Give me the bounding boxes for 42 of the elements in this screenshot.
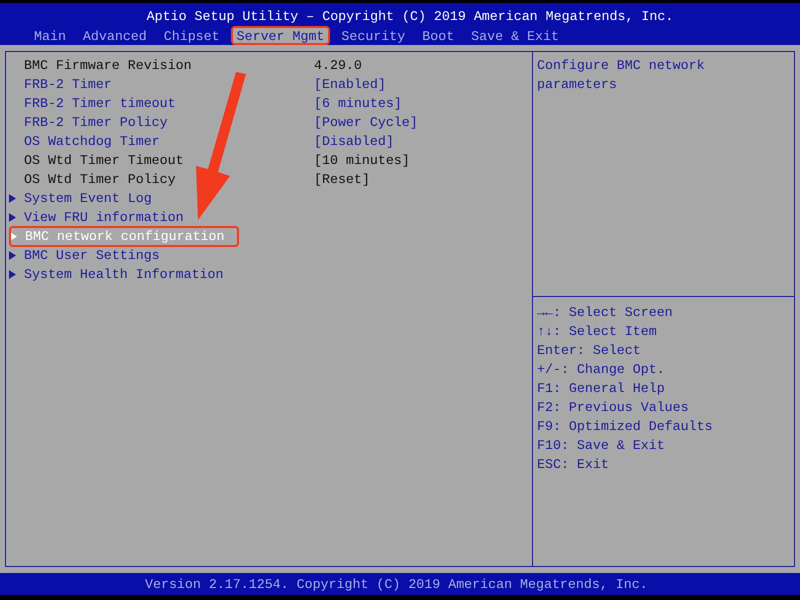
window-title: Aptio Setup Utility – Copyright (C) 2019 American Megatrends, Inc.	[146, 8, 674, 26]
setting-label[interactable]: FRB-2 Timer timeout	[6, 94, 296, 113]
key-hint: +/-: Change Opt.	[537, 361, 666, 379]
key-hint: F10: Save & Exit	[537, 437, 666, 455]
setting-value: [Power Cycle]	[314, 115, 418, 130]
setting-label: OS Wtd Timer Timeout	[23, 152, 185, 170]
key-hint: Enter: Select	[537, 342, 642, 360]
key-hint: ESC: Exit	[537, 456, 610, 474]
footer-text: Version 2.17.1254. Copyright (C) 2019 American Megatrends, Inc.	[145, 576, 648, 592]
triangle-icon	[9, 251, 16, 260]
triangle-icon	[9, 213, 16, 222]
setting-value: [10 minutes]	[314, 153, 410, 168]
menu-tab[interactable]: Chipset	[158, 26, 226, 45]
menu-tab[interactable]: Save & Exit	[465, 26, 565, 45]
setting-label: OS Wtd Timer Policy	[23, 171, 177, 189]
submenu-item[interactable]: View FRU information	[6, 208, 296, 227]
setting-value: [6 minutes]	[314, 96, 402, 111]
setting-value: 4.29.0	[314, 58, 362, 73]
setting-label: BMC Firmware Revision	[23, 57, 193, 75]
menu-tab[interactable]: Advanced	[76, 26, 153, 45]
setting-value: [Reset]	[314, 172, 370, 187]
submenu-item[interactable]: System Event Log	[6, 189, 296, 208]
key-hint: ↑↓: Select Item	[537, 323, 658, 341]
setting-value: [Disabled]	[314, 134, 394, 149]
setting-label[interactable]: FRB-2 Timer	[6, 75, 296, 94]
setting-label[interactable]: OS Watchdog Timer	[6, 132, 296, 151]
setting-value: [Enabled]	[314, 77, 386, 92]
triangle-icon	[9, 270, 16, 279]
key-hint: F9: Optimized Defaults	[537, 418, 714, 436]
submenu-item[interactable]: System Health Information	[6, 265, 296, 284]
help-text: Configure BMC network parameters	[533, 52, 794, 297]
submenu-item[interactable]: BMC User Settings	[6, 246, 296, 265]
menu-tab[interactable]: Boot	[416, 26, 460, 45]
menu-tab[interactable]: Main	[28, 26, 72, 45]
menu-tab[interactable]: Server Mgmt	[230, 26, 330, 45]
key-hint: F2: Previous Values	[537, 399, 690, 417]
key-hint: F1: General Help	[537, 380, 666, 398]
triangle-icon	[9, 194, 16, 203]
triangle-icon	[10, 232, 17, 241]
key-hint: →←: Select Screen	[537, 304, 674, 322]
setting-label[interactable]: FRB-2 Timer Policy	[6, 113, 296, 132]
menu-tab[interactable]: Security	[335, 26, 412, 45]
